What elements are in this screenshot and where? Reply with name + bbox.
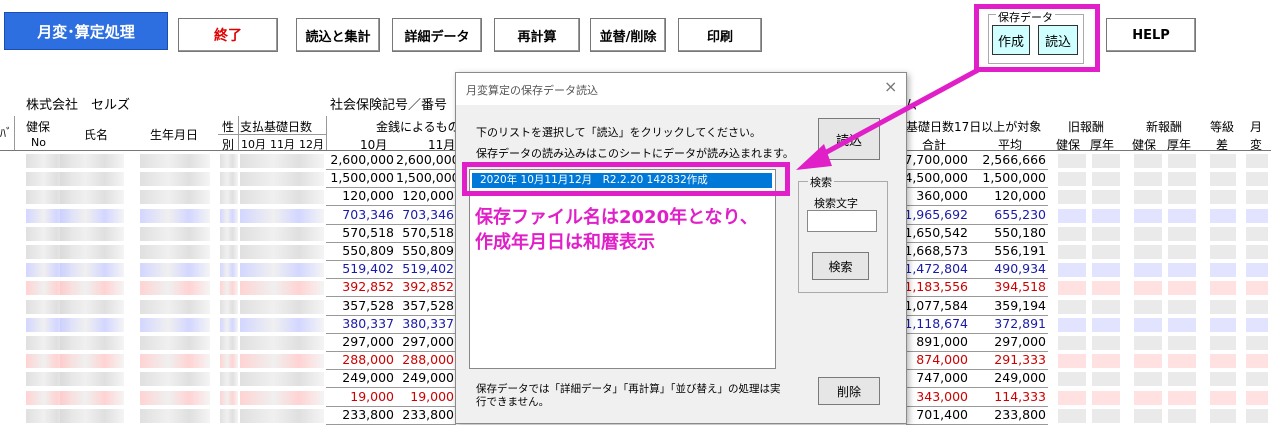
arrow-line (810, 67, 980, 163)
annotation-arrow (796, 67, 980, 170)
arrow-head (796, 144, 832, 170)
